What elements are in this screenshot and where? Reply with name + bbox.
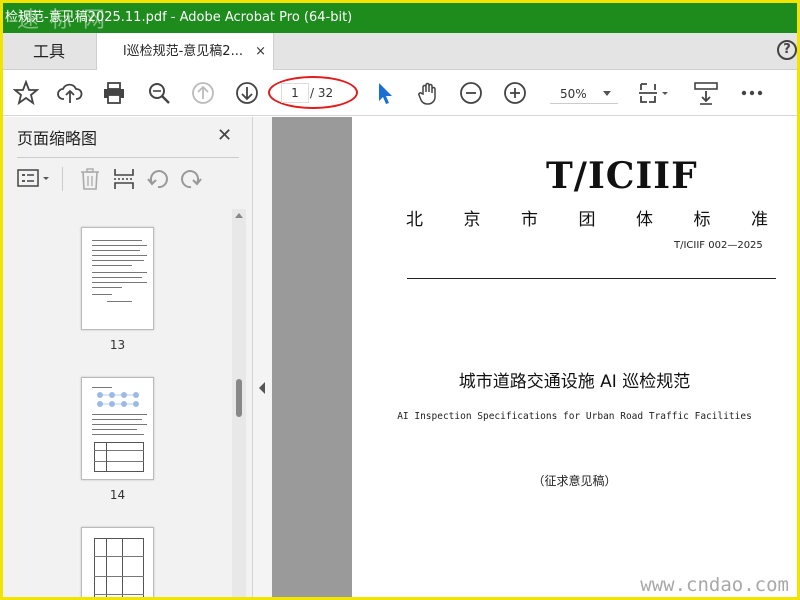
standard-number: T/ICIIF 002—2025 (674, 240, 763, 251)
chevron-down-icon[interactable] (603, 91, 611, 96)
scroll-mode-icon[interactable] (693, 80, 719, 106)
org-char: 团 (578, 210, 596, 230)
zoom-search-icon[interactable] (146, 80, 172, 106)
draft-status: （征求意见稿） (532, 474, 617, 488)
insert-page-icon[interactable] (112, 167, 136, 191)
delete-page-icon[interactable] (79, 167, 101, 191)
panel-splitter[interactable] (253, 117, 272, 597)
thumbnail-options-icon[interactable] (17, 167, 53, 191)
page-thumbnail[interactable] (81, 527, 154, 597)
print-icon[interactable] (101, 80, 127, 106)
site-watermark-top: 速 标 网 (17, 8, 107, 33)
rotate-left-icon[interactable] (146, 167, 170, 191)
divider (17, 157, 239, 158)
more-options-icon[interactable] (739, 80, 765, 106)
zoom-in-icon[interactable] (502, 80, 528, 106)
close-panel-icon[interactable]: ✕ (217, 125, 232, 146)
next-page-icon[interactable] (234, 80, 260, 106)
org-char: 市 (521, 210, 538, 230)
thumbnail-tools (17, 165, 239, 195)
tab-tools[interactable]: 工具 (3, 33, 95, 70)
thumbnail-page-number: 13 (109, 338, 126, 352)
standard-code-heading: T/ICIIF (546, 155, 698, 197)
help-icon[interactable]: ? (777, 40, 797, 60)
org-char: 京 (463, 210, 481, 230)
app-window: 检规范-意见稿2025.11.pdf - Adobe Acrobat Pro (… (0, 0, 800, 600)
bookmark-star-icon[interactable] (12, 79, 40, 106)
scrollbar-thumb[interactable] (236, 379, 242, 417)
thumbnail-page-number: 14 (109, 488, 126, 502)
tab-document-label: l巡检规范-意见稿2... (123, 44, 243, 59)
org-char: 体 (636, 210, 653, 230)
flow-diagram-thumbnail (97, 392, 139, 407)
main-toolbar: 1 / 32 50% (3, 70, 797, 116)
select-cursor-icon[interactable] (371, 80, 397, 106)
site-watermark-bottom: www.cndao.com (640, 574, 789, 596)
document-background (272, 117, 352, 597)
collapse-panel-icon[interactable] (259, 382, 265, 394)
tab-bar: 工具 l巡检规范-意见稿2... × ? (3, 33, 797, 71)
page-thumbnail[interactable] (81, 227, 154, 330)
document-title: 城市道路交通设施 AI 巡检规范 (458, 372, 691, 392)
tab-document[interactable]: l巡检规范-意见稿2... × (96, 33, 274, 71)
scroll-up-icon[interactable] (235, 213, 243, 218)
thumbnail-scrollbar[interactable] (232, 209, 246, 597)
org-char: 标 (693, 210, 711, 230)
panel-title: 页面缩略图 (17, 129, 98, 148)
thumbnails-panel: 页面缩略图 ✕ 13 14 (3, 117, 253, 597)
header-rule (407, 278, 776, 279)
org-char: 准 (751, 210, 768, 230)
cloud-upload-icon[interactable] (57, 80, 83, 106)
page-thumbnail[interactable] (81, 377, 154, 480)
rotate-right-icon[interactable] (179, 167, 203, 191)
hand-tool-icon[interactable] (415, 80, 441, 106)
page-layout-icon[interactable] (637, 80, 673, 106)
document-subtitle: AI Inspection Specifications for Urban R… (397, 411, 752, 422)
pdf-page: T/ICIIF 北 京 市 团 体 标 准 T/ICIIF 002—2025 城… (352, 117, 797, 597)
org-char: 北 (406, 210, 423, 230)
page-number-input[interactable]: 1 (281, 83, 309, 103)
previous-page-icon[interactable] (190, 80, 216, 106)
divider (62, 167, 63, 191)
page-total: / 32 (310, 86, 334, 100)
title-bar: 检规范-意见稿2025.11.pdf - Adobe Acrobat Pro (… (3, 3, 797, 33)
zoom-out-icon[interactable] (458, 80, 484, 106)
organization-line: 北 京 市 团 体 标 准 (406, 205, 768, 230)
close-tab-icon[interactable]: × (255, 33, 266, 70)
